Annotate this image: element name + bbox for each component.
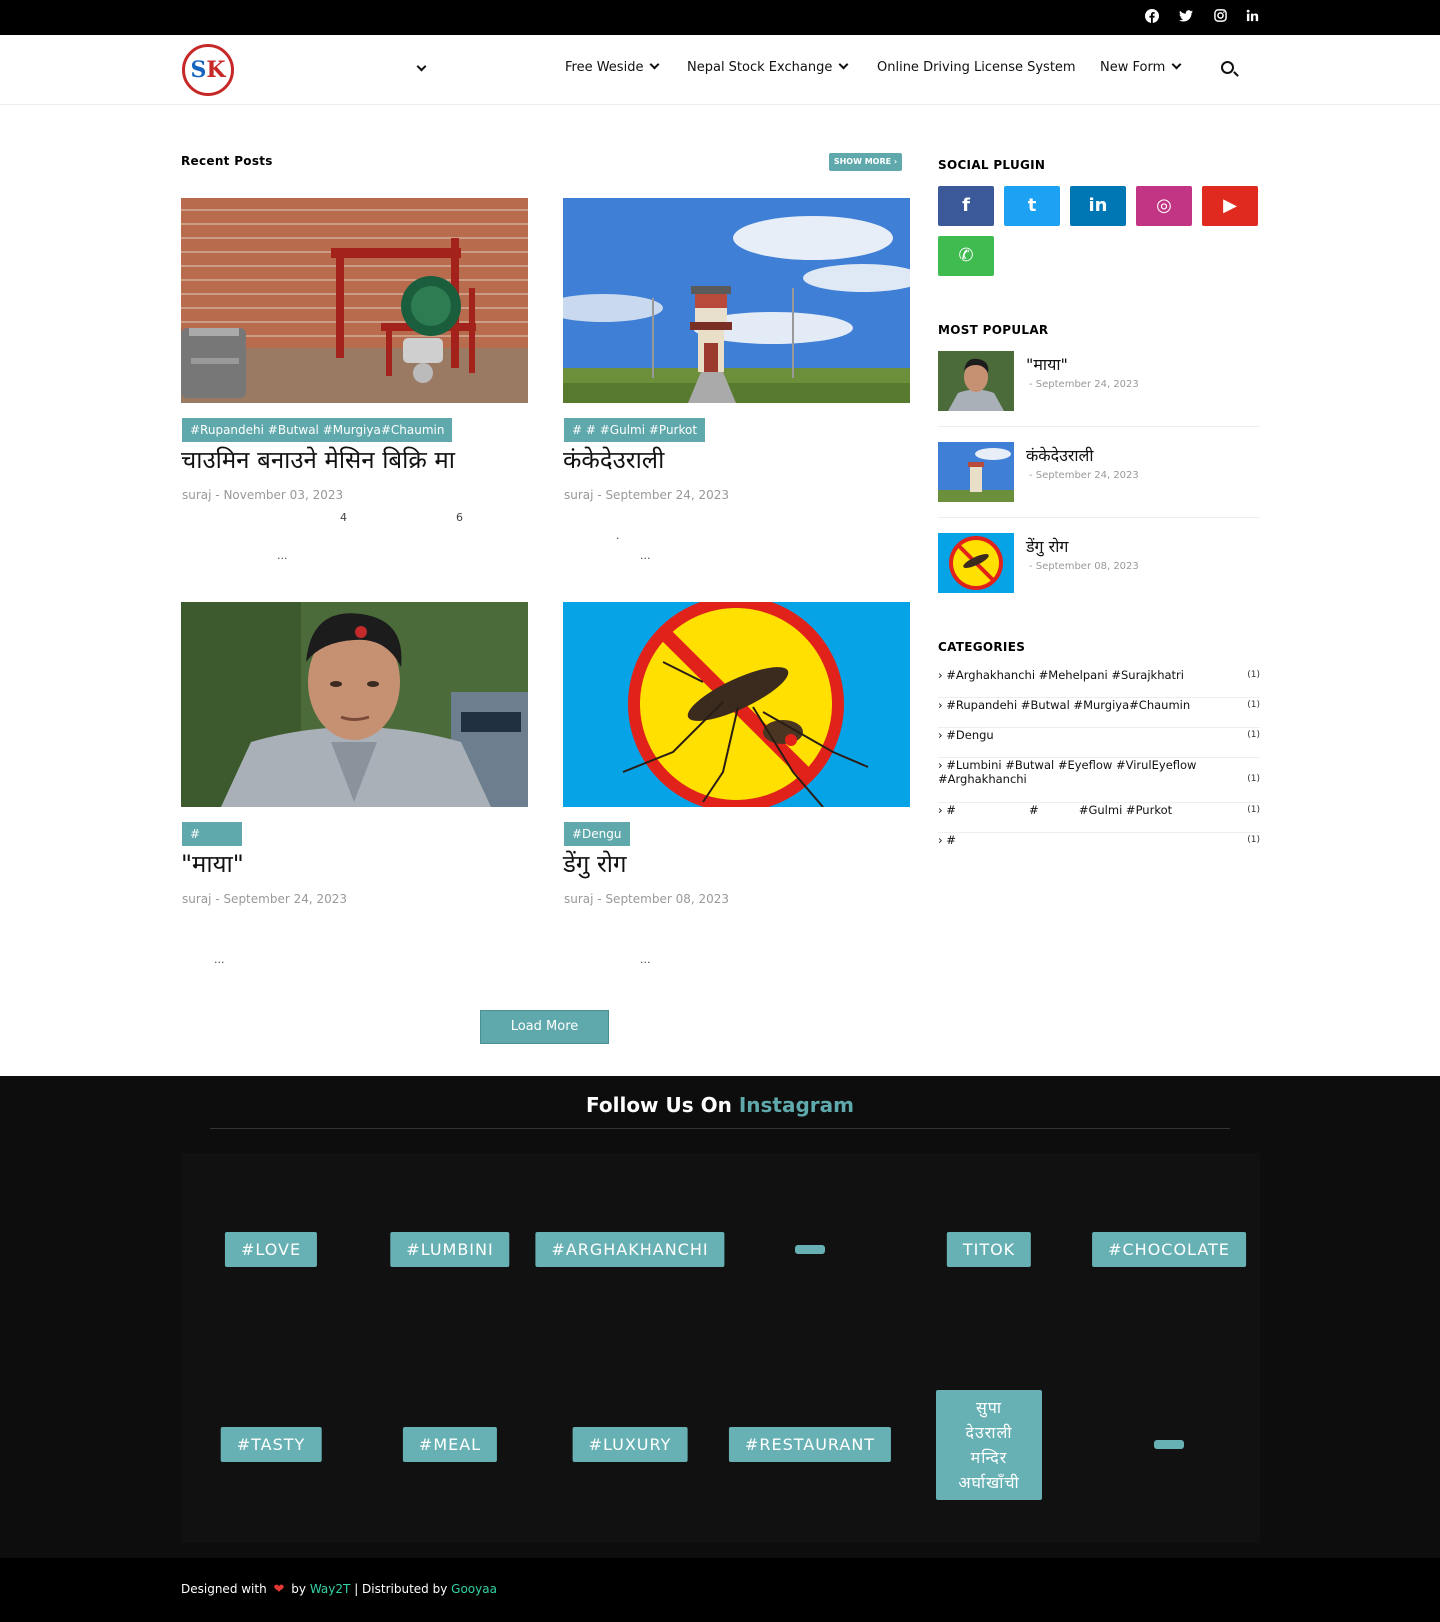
chevron-down-icon	[1171, 59, 1182, 70]
category-item[interactable]: › #Arghakhanchi #Mehelpani #Surajkhatri (…	[938, 668, 1260, 698]
site-header: SK Free Weside Nepal Stock Exchange Onli…	[0, 35, 1440, 105]
instagram-tag[interactable]: #LUMBINI	[390, 1232, 510, 1267]
popular-thumbnail[interactable]	[938, 351, 1014, 411]
category-count: (1)	[1247, 774, 1260, 784]
post-snippet-ellipsis: ...	[640, 549, 651, 562]
instagram-tag[interactable]: #CHOCOLATE	[1092, 1232, 1246, 1267]
instagram-icon[interactable]	[1211, 9, 1229, 27]
post-title[interactable]: कंकेदेउराली	[563, 443, 664, 476]
instagram-tag[interactable]: #ARGHAKHANCHI	[535, 1232, 725, 1267]
post-snippet-ellipsis: ...	[214, 953, 225, 966]
post-meta: suraj - November 03, 2023	[182, 488, 344, 502]
post-meta: suraj - September 08, 2023	[564, 892, 730, 906]
social-plugin-heading: SOCIAL PLUGIN	[938, 158, 1046, 172]
instagram-tag[interactable]: #RESTAURANT	[728, 1427, 892, 1462]
category-item[interactable]: › #Dengu (1)	[938, 728, 1260, 758]
instagram-heading: Follow Us On Instagram	[586, 1093, 854, 1117]
popular-thumbnail[interactable]	[938, 442, 1014, 502]
popular-thumbnail[interactable]	[938, 533, 1014, 593]
post-snippet: .	[616, 529, 620, 542]
category-count: (1)	[1247, 730, 1260, 740]
post-thumbnail[interactable]	[181, 602, 528, 807]
post-snippet: 6	[456, 511, 463, 524]
twitter-icon[interactable]: t	[1004, 186, 1060, 226]
instagram-tag[interactable]: सुपा देउराली मन्दिर अर्घाखाँची	[936, 1390, 1042, 1500]
post-label[interactable]: #Rupandehi #Butwal #Murgiya#Chaumin	[182, 418, 453, 442]
categories-heading: CATEGORIES	[938, 640, 1026, 654]
instagram-tag[interactable]	[795, 1245, 825, 1254]
load-more-button[interactable]: Load More	[480, 1010, 609, 1044]
category-item[interactable]: › # (1)	[938, 833, 1260, 863]
instagram-tag[interactable]: #MEAL	[402, 1427, 498, 1462]
nav-new-form[interactable]: New Form	[1100, 59, 1182, 75]
post-thumbnail[interactable]	[563, 198, 910, 403]
post-thumbnail[interactable]	[563, 602, 910, 807]
way2t-link[interactable]: Way2T	[310, 1582, 351, 1596]
category-name[interactable]: › #Dengu	[938, 728, 994, 742]
nav-nepal-stock-exchange[interactable]: Nepal Stock Exchange	[687, 59, 849, 75]
post-meta: suraj - September 24, 2023	[182, 892, 348, 906]
category-count: (1)	[1247, 670, 1260, 680]
category-item[interactable]: › #Lumbini #Butwal #Eyeflow #VirulEyeflo…	[938, 758, 1260, 803]
instagram-tag[interactable]	[1154, 1440, 1184, 1449]
post-title[interactable]: चाउमिन बनाउने मेसिन बिक्रि मा	[181, 443, 455, 476]
popular-date: - September 08, 2023	[1029, 561, 1139, 572]
instagram-tag[interactable]: #TASTY	[220, 1427, 322, 1462]
facebook-icon[interactable]: f	[938, 186, 994, 226]
instagram-tag[interactable]: #LOVE	[224, 1232, 318, 1267]
nav-free-weside[interactable]: Free Weside	[565, 59, 660, 75]
category-name[interactable]: › # # #Gulmi #Purkot	[938, 803, 1172, 817]
divider	[210, 1128, 1230, 1129]
instagram-tag[interactable]: TITOK	[946, 1232, 1032, 1267]
category-name[interactable]: › #Rupandehi #Butwal #Murgiya#Chaumin	[938, 698, 1190, 712]
site-logo[interactable]: SK	[182, 44, 234, 96]
gooyaa-link[interactable]: Gooyaa	[451, 1582, 497, 1596]
linkedin-icon[interactable]	[1243, 9, 1261, 27]
category-item[interactable]: › #Rupandehi #Butwal #Murgiya#Chaumin (1)	[938, 698, 1260, 728]
category-count: (1)	[1247, 700, 1260, 710]
search-icon[interactable]	[1221, 61, 1234, 74]
popular-date: - September 24, 2023	[1029, 379, 1139, 390]
show-more-button[interactable]: SHOW MORE ›	[829, 153, 902, 171]
twitter-icon[interactable]	[1177, 9, 1195, 27]
recent-posts-heading: Recent Posts	[181, 154, 273, 168]
popular-title[interactable]: "माया"	[1026, 353, 1068, 375]
popular-title[interactable]: कंकेदेउराली	[1026, 444, 1094, 466]
post-snippet: 4	[340, 511, 347, 524]
category-name[interactable]: › #	[938, 833, 956, 847]
linkedin-icon[interactable]: in	[1070, 186, 1126, 226]
heart-icon: ❤	[273, 1582, 285, 1597]
post-meta: suraj - September 24, 2023	[564, 488, 730, 502]
post-snippet-ellipsis: ...	[277, 549, 288, 562]
divider	[938, 517, 1260, 518]
post-snippet-ellipsis: ...	[640, 953, 651, 966]
top-bar	[0, 0, 1440, 35]
chevron-down-icon	[838, 59, 849, 70]
category-count: (1)	[1247, 835, 1260, 845]
category-count: (1)	[1247, 805, 1260, 815]
post-title[interactable]: डेंगु रोग	[563, 847, 627, 880]
post-thumbnail[interactable]	[181, 198, 528, 403]
facebook-icon[interactable]	[1143, 9, 1161, 27]
divider	[938, 426, 1260, 427]
post-label[interactable]: # # #Gulmi #Purkot	[564, 418, 706, 442]
whatsapp-icon[interactable]: ✆	[938, 236, 994, 276]
post-label[interactable]: #Dengu	[564, 822, 630, 846]
category-name[interactable]: › #Lumbini #Butwal #Eyeflow #VirulEyeflo…	[938, 758, 1218, 786]
nav-online-driving-license[interactable]: Online Driving License System	[877, 60, 1076, 75]
chevron-down-icon	[650, 59, 660, 70]
post-title[interactable]: "माया"	[181, 847, 244, 880]
category-name[interactable]: › #Arghakhanchi #Mehelpani #Surajkhatri	[938, 668, 1184, 682]
instagram-icon[interactable]: ◎	[1136, 186, 1192, 226]
post-label[interactable]: #	[182, 822, 242, 846]
instagram-feed	[181, 1153, 1260, 1543]
instagram-tag[interactable]: #LUXURY	[572, 1427, 688, 1462]
popular-date: - September 24, 2023	[1029, 470, 1139, 481]
youtube-icon[interactable]: ▶	[1202, 186, 1258, 226]
chevron-down-icon[interactable]	[416, 61, 427, 72]
footer-credit: Designed with ❤ by Way2T | Distributed b…	[181, 1582, 497, 1597]
most-popular-heading: MOST POPULAR	[938, 323, 1049, 337]
popular-title[interactable]: डेंगु रोग	[1026, 535, 1068, 557]
category-item[interactable]: › # # #Gulmi #Purkot (1)	[938, 803, 1260, 833]
